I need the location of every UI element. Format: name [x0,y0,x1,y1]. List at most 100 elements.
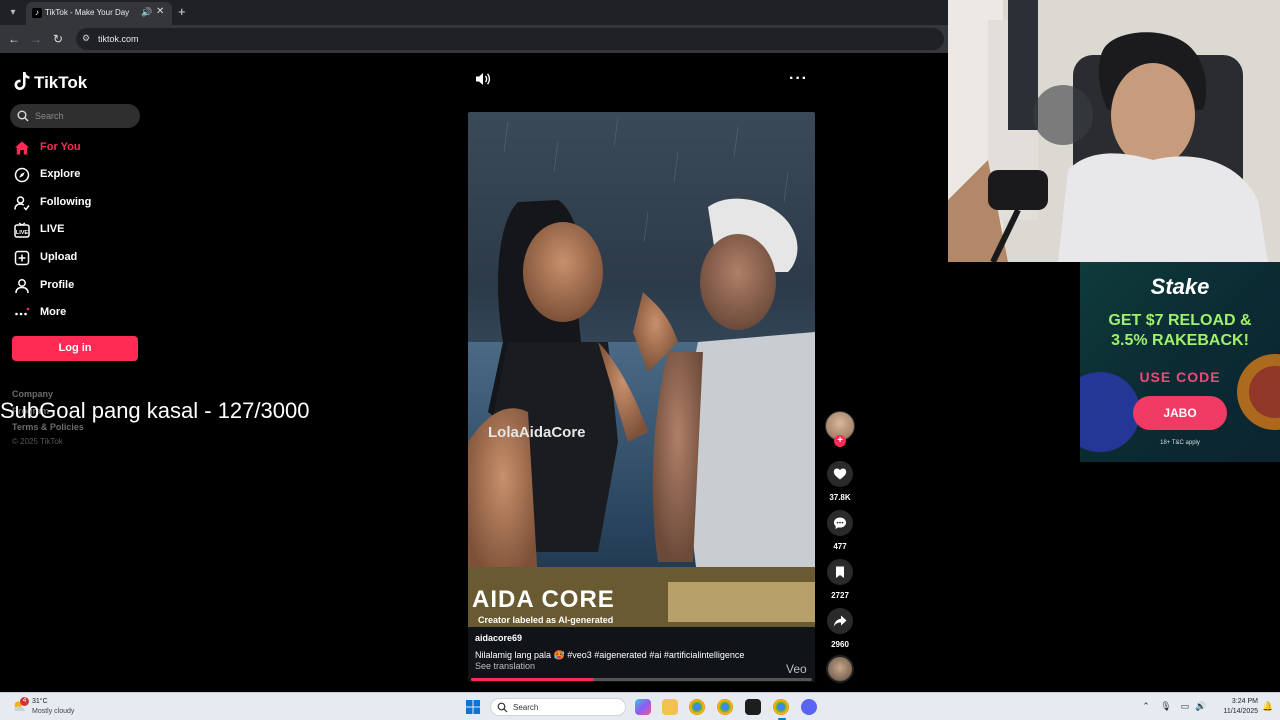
search-placeholder: Search [35,111,64,121]
nav-label: Explore [40,168,81,180]
webcam-overlay [948,0,1280,262]
upload-icon [14,250,30,266]
bookmark-icon [836,566,844,578]
discord-app-icon[interactable] [801,699,817,715]
back-icon[interactable]: ← [6,31,22,47]
comment-button[interactable] [827,510,853,536]
reload-icon[interactable]: ↻ [50,31,66,47]
chrome-app-icon-1[interactable] [689,699,705,715]
nav-for-you[interactable]: For You [14,138,134,158]
ad-terms-text: 18+ T&C apply [1160,440,1200,446]
share-icon [833,615,847,627]
tab-close-icon[interactable]: ✕ [156,6,164,17]
tab-audio-icon[interactable]: 🔊 [141,7,152,18]
ad-headline-line1: GET $7 RELOAD & [1108,312,1252,329]
see-translation-link[interactable]: See translation [475,661,535,671]
live-icon: LIVE [14,222,30,238]
video-author[interactable]: aidacore69 [475,633,522,643]
taskbar-search-icon [497,702,508,713]
ad-headline: GET $7 RELOAD & 3.5% RAKEBACK! [1080,311,1280,351]
search-input[interactable]: Search [10,104,140,128]
weather-temperature: 31°C [32,698,48,705]
browser-toolbar: ← → ↻ ⚙ tiktok.com [0,25,948,53]
network-icon[interactable]: ▭ [1179,701,1191,712]
nav-label: Following [40,196,92,208]
nav-explore[interactable]: Explore [14,165,134,185]
speaker-icon[interactable]: 🔊 [1195,701,1207,712]
share-button[interactable] [827,608,853,634]
windows-start-icon[interactable] [466,700,480,714]
login-button[interactable]: Log in [12,336,138,361]
logo-text: TikTok [34,73,88,92]
svg-text:LIVE: LIVE [16,230,29,236]
ad-brand-logo: Stake [1150,274,1210,299]
nav-label: LIVE [40,223,65,235]
volume-icon[interactable] [474,71,492,87]
video-watermark-title: AIDA CORE [472,586,615,613]
share-count: 2960 [831,640,849,649]
music-disc-avatar[interactable] [826,655,854,683]
comment-count: 477 [833,542,847,551]
webcam-feed-image [948,0,1280,262]
tray-overflow-chevron-icon[interactable]: ⌃ [1140,701,1152,712]
home-icon [15,141,29,155]
compass-icon [14,167,30,183]
tab-list-chevron-icon[interactable]: ▾ [4,4,22,21]
subgoal-overlay-text: SubGoal pang kasal - 127/3000 [0,398,310,423]
copyright-text: © 2025 TikTok [12,437,63,446]
copilot-app-icon[interactable] [635,699,651,715]
address-bar[interactable]: ⚙ tiktok.com [76,28,944,50]
save-count: 2727 [831,591,849,600]
video-player[interactable]: LolaAidaCore AIDA CORE Creator labeled a… [468,112,815,682]
stake-ad-banner[interactable]: Stake GET $7 RELOAD & 3.5% RAKEBACK! USE… [1080,262,1280,462]
heart-icon [833,468,847,480]
clock-time[interactable]: 3:24 PM [1214,698,1258,705]
video-description: Nilalamig lang pala 🥵 #veo3 #aigenerated… [475,650,745,660]
taskbar-search-placeholder: Search [513,703,539,712]
forward-icon[interactable]: → [28,31,44,47]
nav-following[interactable]: Following [14,193,134,213]
tiktok-note-icon [14,72,30,90]
search-icon [17,110,29,122]
ad-headline-line2: 3.5% RAKEBACK! [1111,332,1249,349]
nav-more[interactable]: More [14,303,134,323]
tab-title: TikTok - Make Your Day [45,8,130,17]
chrome-app-icon-3[interactable] [773,699,789,715]
notification-bell-icon[interactable]: 🔔 [1262,701,1273,712]
nav-label: For You [40,141,81,153]
ad-use-code-label: USE CODE [1139,369,1221,385]
following-icon [14,196,30,211]
windows-taskbar: 4 31°C Mostly cloudy Search ⌃ 🎙 ▭ 🔊 3:24… [0,692,1280,720]
video-progress-bar[interactable] [471,678,812,681]
nav-label: More [40,306,67,318]
nav-label: Upload [40,251,78,263]
like-count: 37.8K [829,493,851,502]
save-button[interactable] [827,559,853,585]
terminal-app-icon[interactable] [745,699,761,715]
browser-tab-bar: ▾ ♪ TikTok - Make Your Day 🔊 ✕ + [0,0,948,25]
new-tab-button[interactable]: + [178,4,186,19]
microphone-icon[interactable]: 🎙 [1160,701,1172,712]
url-text: tiktok.com [98,34,139,44]
follow-plus-icon[interactable]: + [834,435,846,447]
nav-upload[interactable]: Upload [14,248,134,268]
shirt-text: LolaAidaCore [488,424,586,441]
file-explorer-app-icon[interactable] [662,699,678,715]
browser-tab[interactable]: ♪ TikTok - Make Your Day 🔊 ✕ [26,2,172,25]
profile-icon [15,279,29,294]
ai-generated-label: Creator labeled as AI-generated [478,615,614,625]
like-button[interactable] [827,461,853,487]
video-progress-fill [471,678,594,681]
nav-live[interactable]: LIVE LIVE [14,220,134,240]
video-more-options-icon[interactable]: ··· [789,70,808,88]
taskbar-search-input[interactable]: Search [490,698,626,716]
ad-code-button[interactable]: JABO [1133,396,1227,430]
weather-condition: Mostly cloudy [32,708,75,715]
chrome-app-icon-2[interactable] [717,699,733,715]
tiktok-favicon-icon: ♪ [32,8,42,18]
clock-date[interactable]: 11/14/2025 [1214,708,1258,715]
site-info-icon[interactable]: ⚙ [82,33,90,44]
nav-label: Profile [40,279,75,291]
weather-alert-badge: 4 [20,697,29,706]
nav-profile[interactable]: Profile [14,276,134,296]
